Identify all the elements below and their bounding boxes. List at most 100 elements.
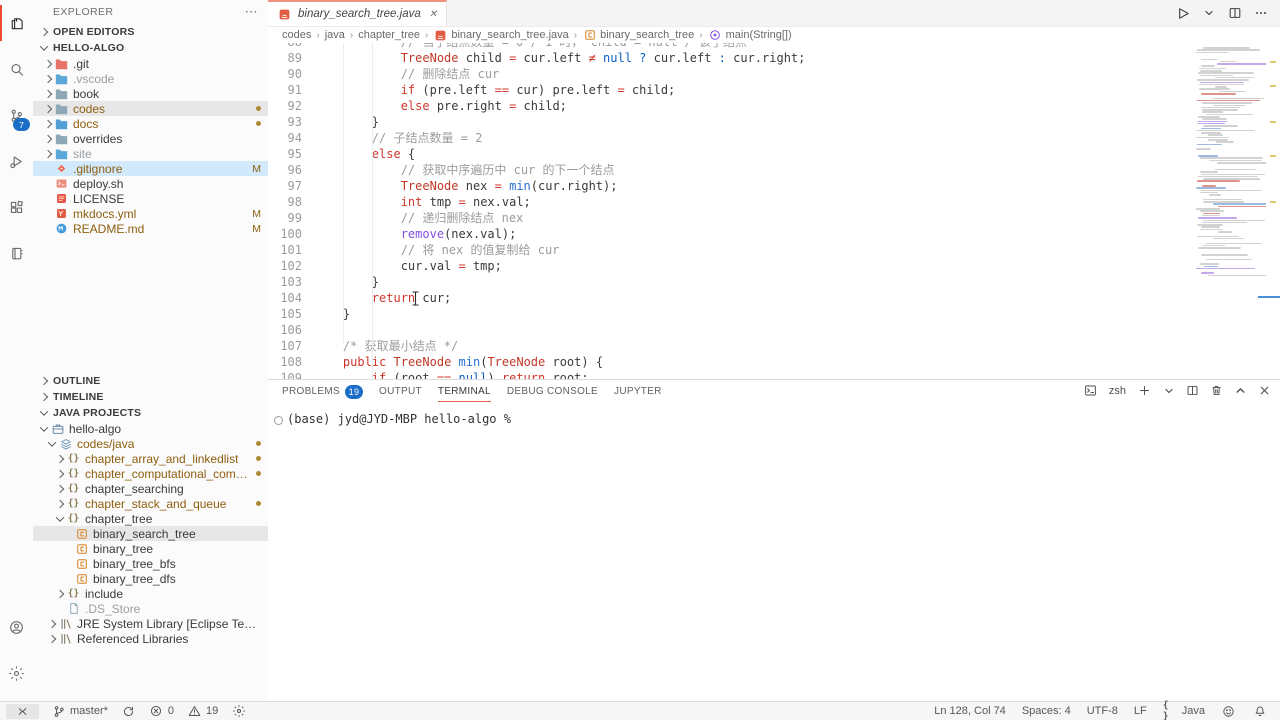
jp-item-binary-search-tree[interactable]: binary_search_tree	[33, 526, 268, 541]
breadcrumb-item[interactable]: main(String[])	[708, 28, 792, 43]
split-editor-icon[interactable]	[1227, 6, 1242, 21]
activity-explorer[interactable]	[0, 0, 33, 46]
code-line[interactable]: 107 /* 获取最小结点 */	[268, 338, 1280, 354]
code-line[interactable]: 96 // 获取中序遍历中 cur 的下一个结点	[268, 162, 1280, 178]
code-line[interactable]: 89 TreeNode child = cur.left ≠ null ? cu…	[268, 50, 1280, 66]
views-more-icon[interactable]: ⋯	[245, 4, 258, 20]
code-line[interactable]: 88 // 当子结点数量 = 0 / 1 时， child = null / 该…	[268, 43, 1280, 50]
activity-notebook[interactable]	[0, 230, 33, 276]
breadcrumb-item[interactable]: binary_search_tree.java	[433, 28, 568, 43]
code-line[interactable]: 93 }	[268, 114, 1280, 130]
status-sync[interactable]	[120, 704, 137, 719]
status-remote-indicator[interactable]	[6, 704, 39, 719]
status-notifications[interactable]	[1251, 704, 1268, 719]
command-decoration-icon[interactable]	[274, 416, 283, 425]
code-editor[interactable]: 88 // 当子结点数量 = 0 / 1 时， child = null / 该…	[268, 43, 1280, 380]
tree-item-codes[interactable]: codes	[33, 101, 268, 116]
jp-item-binary-tree-bfs[interactable]: binary_tree_bfs	[33, 556, 268, 571]
jp-item-referenced-libraries[interactable]: Referenced Libraries	[33, 631, 268, 646]
code-line[interactable]: 100 remove(nex.val);	[268, 226, 1280, 242]
plus-icon[interactable]	[1137, 383, 1152, 398]
code-line[interactable]: 106	[268, 322, 1280, 338]
code-line[interactable]: 92 else pre.right = child;	[268, 98, 1280, 114]
tree-item-docs[interactable]: docs	[33, 116, 268, 131]
code-line[interactable]: 95 else {	[268, 146, 1280, 162]
jp-item-include[interactable]: {}include	[33, 586, 268, 601]
code-line[interactable]: 103 }	[268, 274, 1280, 290]
jp-item-binary-tree-dfs[interactable]: binary_tree_dfs	[33, 571, 268, 586]
terminal[interactable]: (base) jyd@JYD-MBP hello-algo %	[268, 403, 1280, 703]
status-indentation[interactable]: Spaces: 4	[1021, 705, 1072, 717]
jp-item-hello-algo[interactable]: hello-algo	[33, 421, 268, 436]
jp-item-chapter-searching[interactable]: {}chapter_searching	[33, 481, 268, 496]
activity-settings[interactable]	[0, 650, 33, 696]
activity-source-control[interactable]: 7	[0, 92, 33, 138]
jp-item-chapter-stack-and-queue[interactable]: {}chapter_stack_and_queue	[33, 496, 268, 511]
panel-tab-jupyter[interactable]: JUPYTER	[614, 380, 662, 403]
jp-item-codes-java[interactable]: codes/java	[33, 436, 268, 451]
panel-tab-debug-console[interactable]: DEBUG CONSOLE	[507, 380, 598, 403]
tree-item-readme-md[interactable]: README.mdM	[33, 221, 268, 236]
section-outline[interactable]: OUTLINE	[33, 373, 268, 389]
split-panel-icon[interactable]	[1185, 383, 1200, 398]
jp-item-chapter-tree[interactable]: {}chapter_tree	[33, 511, 268, 526]
chev-down-small-icon[interactable]	[1161, 383, 1176, 398]
activity-account[interactable]	[0, 604, 33, 650]
tab-close-icon[interactable]: ✕	[429, 9, 437, 20]
code-line[interactable]: 91 if (pre.left == cur) pre.left = child…	[268, 82, 1280, 98]
status-errors[interactable]: 0	[148, 704, 175, 719]
tree-item-overrides[interactable]: overrides	[33, 131, 268, 146]
trash-icon[interactable]	[1209, 383, 1224, 398]
jp-item-chapter-array-and-linkedlist[interactable]: {}chapter_array_and_linkedlist	[33, 451, 268, 466]
status-eol[interactable]: LF	[1133, 705, 1148, 717]
code-line[interactable]: 94 // 子结点数量 = 2	[268, 130, 1280, 146]
code-line[interactable]: 105 }	[268, 306, 1280, 322]
jp-item-binary-tree[interactable]: binary_tree	[33, 541, 268, 556]
more-actions-icon[interactable]	[1253, 6, 1268, 21]
run-icon[interactable]	[1175, 6, 1190, 21]
section-open-editors[interactable]: OPEN EDITORS	[33, 24, 268, 40]
code-line[interactable]: 98 int tmp = nex.val;	[268, 194, 1280, 210]
tree-item--git[interactable]: .git	[33, 56, 268, 71]
tree-item-site[interactable]: site	[33, 146, 268, 161]
code-line[interactable]: 97 TreeNode nex = min(cur.right);	[268, 178, 1280, 194]
close-icon[interactable]	[1257, 383, 1272, 398]
tree-item-mkdocs-yml[interactable]: mkdocs.ymlM	[33, 206, 268, 221]
section-timeline[interactable]: TIMELINE	[33, 389, 268, 405]
chev-up-small-icon[interactable]	[1233, 383, 1248, 398]
section-hello-algo[interactable]: HELLO-ALGO	[33, 40, 268, 56]
code-line[interactable]: 101 // 将 nex 的值复制给 cur	[268, 242, 1280, 258]
panel-tab-output[interactable]: OUTPUT	[379, 380, 422, 403]
tree-item-license[interactable]: LICENSE	[33, 191, 268, 206]
jp-item--ds-store[interactable]: .DS_Store	[33, 601, 268, 616]
activity-run-debug[interactable]	[0, 138, 33, 184]
code-line[interactable]: 90 // 删除结点 cur	[268, 66, 1280, 82]
activity-search[interactable]	[0, 46, 33, 92]
status-java-status[interactable]	[230, 704, 247, 719]
jp-item-chapter-computational-complexity[interactable]: {}chapter_computational_complexity	[33, 466, 268, 481]
breadcrumb-item[interactable]: chapter_tree	[358, 29, 420, 41]
tab-binary-search-tree[interactable]: binary_search_tree.java ✕	[268, 0, 447, 26]
section-java-projects[interactable]: JAVA PROJECTS	[33, 405, 268, 421]
status-encoding[interactable]: UTF-8	[1086, 705, 1119, 717]
panel-tab-problems[interactable]: PROBLEMS19	[282, 380, 363, 403]
tree-item-deploy-sh[interactable]: deploy.sh	[33, 176, 268, 191]
status-language-mode[interactable]: { }Java	[1162, 704, 1206, 719]
tree-item--gitignore[interactable]: .gitignoreM	[33, 161, 268, 176]
panel-tab-terminal[interactable]: TERMINAL	[438, 380, 491, 403]
tree-item--vscode[interactable]: .vscode	[33, 71, 268, 86]
status-feedback[interactable]	[1220, 704, 1237, 719]
activity-extensions[interactable]	[0, 184, 33, 230]
code-line[interactable]: 99 // 递归删除结点 nex	[268, 210, 1280, 226]
status-git-branch[interactable]: master*	[50, 704, 109, 719]
code-line[interactable]: 108 public TreeNode min(TreeNode root) {	[268, 354, 1280, 370]
breadcrumb-item[interactable]: binary_search_tree	[582, 28, 694, 43]
status-warnings[interactable]: 19	[186, 704, 219, 719]
run-dropdown-icon[interactable]	[1201, 6, 1216, 21]
status-cursor-position[interactable]: Ln 128, Col 74	[933, 705, 1007, 717]
code-line[interactable]: 102 cur.val = tmp;	[268, 258, 1280, 274]
jp-item-jre-system-library-eclipse-temurin-17-17-[interactable]: JRE System Library [Eclipse Temurin 17 […	[33, 616, 268, 631]
minimap[interactable]	[1194, 47, 1266, 287]
breadcrumb-item[interactable]: codes	[282, 29, 311, 41]
breadcrumb-item[interactable]: java	[325, 29, 345, 41]
